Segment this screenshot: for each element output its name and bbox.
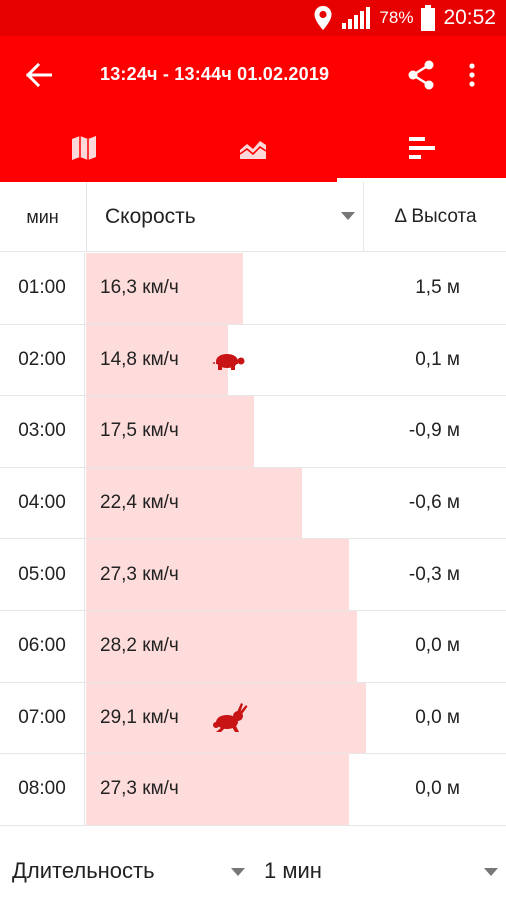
row-time: 03:00: [0, 396, 85, 467]
row-time: 01:00: [0, 253, 85, 324]
more-vert-icon: [469, 63, 475, 87]
duration-label: Длительность: [12, 858, 155, 883]
tab-statistics[interactable]: [337, 114, 506, 182]
table-row: 08:00 27,3 км/ч 0,0 м: [0, 754, 506, 826]
chart-area-icon: [239, 141, 267, 159]
row-altitude: -0,9 м: [408, 420, 460, 442]
row-altitude: 1,5 м: [415, 277, 460, 299]
tab-bar: [0, 114, 506, 182]
status-bar: 78% 20:52: [0, 0, 506, 36]
metric-selector[interactable]: Скорость: [86, 182, 364, 252]
tab-chart[interactable]: [169, 114, 338, 182]
row-time: 04:00: [0, 467, 85, 539]
signal-icon: [341, 6, 371, 30]
row-speed: 17,5 км/ч: [100, 420, 179, 442]
clock: 20:52: [443, 6, 496, 29]
row-altitude: 0,1 м: [415, 348, 460, 370]
table-row: 05:00 27,3 км/ч -0,3 м: [0, 539, 506, 611]
rabbit-icon: [212, 702, 248, 738]
table-row: 04:00 22,4 км/ч -0,6 м: [0, 467, 506, 540]
turtle-icon: [212, 351, 246, 376]
location-icon: [313, 5, 333, 31]
row-speed: 14,8 км/ч: [100, 348, 179, 370]
row-speed: 27,3 км/ч: [100, 778, 179, 800]
app-bar: 13:24ч - 13:44ч 01.02.2019: [0, 36, 506, 114]
row-altitude: 0,0 м: [415, 635, 460, 657]
session-title: 13:24ч - 13:44ч 01.02.2019: [100, 64, 330, 84]
row-time: 08:00: [0, 754, 85, 825]
dropdown-arrow-icon: [341, 212, 355, 220]
altitude-column-header: Δ Высота: [394, 206, 477, 227]
row-speed: 16,3 км/ч: [100, 277, 179, 299]
battery-icon: [421, 5, 436, 31]
duration-dropdown-icon[interactable]: [231, 868, 245, 876]
metric-selector-label: Скорость: [105, 205, 196, 228]
table-row: 03:00 17,5 км/ч -0,9 м: [0, 396, 506, 468]
split-table: 01:00 16,3 км/ч 1,5 м 02:00 14,8 км/ч 0,1 м 03…: [0, 253, 506, 826]
share-button[interactable]: [404, 58, 438, 92]
back-button[interactable]: [22, 58, 56, 92]
row-time: 07:00: [0, 682, 85, 754]
bar-list-icon: [408, 137, 435, 159]
row-speed: 27,3 км/ч: [100, 563, 179, 585]
interval-dropdown-icon[interactable]: [484, 868, 498, 876]
share-icon: [408, 60, 434, 90]
row-time: 02:00: [0, 324, 85, 396]
footer: Длительность 1 мин: [0, 832, 506, 900]
tab-map[interactable]: [0, 114, 169, 182]
row-altitude: -0,3 м: [408, 563, 460, 585]
table-row: 06:00 28,2 км/ч 0,0 м: [0, 610, 506, 683]
row-altitude: -0,6 м: [408, 492, 460, 514]
row-time: 05:00: [0, 539, 85, 610]
more-options-button[interactable]: [458, 58, 486, 92]
row-speed: 22,4 км/ч: [100, 492, 179, 514]
table-row: 07:00 29,1 км/ч 0,0 м: [0, 682, 506, 755]
row-altitude: 0,0 м: [415, 706, 460, 728]
row-altitude: 0,0 м: [415, 778, 460, 800]
table-row: 01:00 16,3 км/ч 1,5 м: [0, 253, 506, 325]
row-time: 06:00: [0, 610, 85, 682]
battery-percent: 78%: [379, 8, 414, 27]
table-row: 02:00 14,8 км/ч 0,1 м: [0, 324, 506, 397]
row-speed: 28,2 км/ч: [100, 635, 179, 657]
row-speed: 29,1 км/ч: [100, 706, 179, 728]
map-icon: [72, 136, 97, 160]
arrow-back-icon: [26, 63, 52, 87]
minute-column-header: мин: [26, 206, 59, 227]
interval-selector[interactable]: 1 мин: [264, 858, 322, 884]
table-header: мин Скорость Δ Высота: [0, 182, 506, 252]
